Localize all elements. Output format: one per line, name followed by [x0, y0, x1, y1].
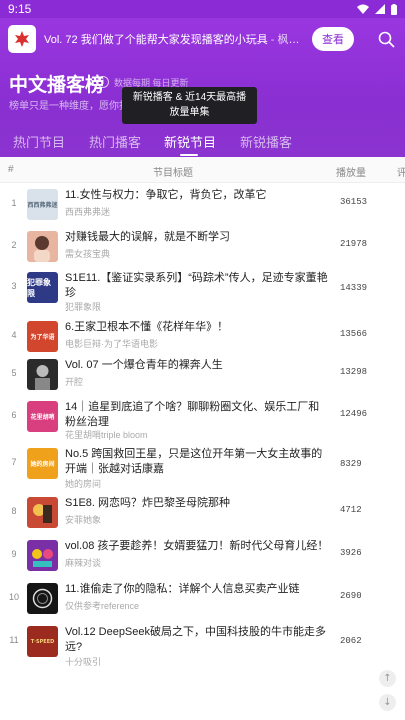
podcast-cover: 为了华语: [27, 321, 58, 353]
tab-new-podcasts[interactable]: 新锐播客: [240, 132, 292, 151]
wifi-icon: [357, 4, 369, 14]
table-row[interactable]: 3 犯罪象限 S1E11.【鉴证实录系列】“码踪术”传人，足迹专家董艳珍 犯罪象…: [0, 266, 405, 315]
play-count: 13566: [340, 329, 368, 340]
tab-hot-episodes[interactable]: 热门节目: [13, 132, 65, 151]
row-rank: 5: [11, 368, 17, 379]
episode-title: Vol.12 DeepSeek破局之下，中国科技股的牛市能走多远?: [65, 626, 327, 654]
status-bar: 9:15: [0, 0, 405, 18]
podcast-name: 她的房间: [65, 479, 102, 490]
promo-banner[interactable]: Vol. 72 我们做了个能帮大家发现播客的小玩具 - 枫言枫语 查看: [8, 24, 395, 54]
podcast-name: 犯罪象限: [65, 302, 102, 313]
table-row[interactable]: 7 她的房间 No.5 跨国救回王星，只是这位开年第一大女主故事的开端｜张越对话…: [0, 442, 405, 491]
podcast-cover: [27, 230, 58, 262]
column-plays[interactable]: 播放量: [336, 164, 366, 179]
row-rank: 10: [8, 592, 19, 603]
row-rank: 7: [11, 457, 17, 468]
table-row[interactable]: 4 为了华语 6.王家卫根本不懂《花样年华》！ 电影巨辩·为了华语电影 1356…: [0, 315, 405, 353]
episode-title: 6.王家卫根本不懂《花样年华》！: [65, 321, 229, 334]
info-icon[interactable]: i: [97, 76, 109, 88]
podcast-cover: 西西弗弗迷: [27, 189, 58, 220]
column-title: 节目标题: [153, 168, 193, 179]
tab-tooltip: 新锐播客 & 近14天最高播放量单集: [122, 87, 257, 124]
row-rank: 11: [9, 635, 19, 646]
podcast-name: 麻辣对谈: [65, 558, 102, 569]
tab-new-episodes[interactable]: 新锐节目: [164, 132, 216, 151]
table-row[interactable]: 6 花里胡哨 14｜追星到底追了个啥？聊聊粉圈文化、娱乐工厂和粉丝治理 花里胡哨…: [0, 395, 405, 442]
ranking-description: 榜单只是一种维度，愿你找: [9, 101, 129, 112]
play-count: 13298: [340, 367, 368, 378]
podcast-name: 安菲她象: [65, 515, 102, 526]
row-rank: 9: [11, 549, 17, 560]
table-row[interactable]: 9 vol.08 孩子要趁养！女婿要猛刀！新时代父母育儿经！ 麻辣对谈 3926: [0, 534, 405, 577]
battery-icon: [391, 3, 397, 15]
play-count: 2062: [340, 636, 362, 647]
promo-source: - 枫言枫语: [270, 34, 306, 46]
play-count: 14339: [340, 283, 368, 294]
episode-title: No.5 跨国救回王星，只是这位开年第一大女主故事的开端｜张越对话康嘉: [65, 448, 323, 476]
podcast-cover: 犯罪象限: [27, 272, 58, 304]
column-comments[interactable]: 评: [397, 164, 405, 179]
play-count: 4712: [340, 505, 362, 516]
table-row[interactable]: 1 西西弗弗迷 11.女性与权力：争取它，背负它，改革它 西西弗弗迷 36153: [0, 183, 405, 225]
ranking-tabs: 热门节目 热门播客 新锐节目 新锐播客: [0, 132, 405, 158]
row-rank: 4: [11, 330, 17, 341]
table-row[interactable]: 2 对赚钱最大的误解，就是不断学习 需女孩宝典 21978: [0, 225, 405, 267]
episode-title: 对赚钱最大的误解，就是不断学习: [65, 230, 230, 243]
episode-title: 14｜追星到底追了个啥？聊聊粉圈文化、娱乐工厂和粉丝治理: [65, 401, 320, 429]
table-row[interactable]: 11 T·SPEED Vol.12 DeepSeek破局之下，中国科技股的牛市能…: [0, 620, 405, 668]
table-row[interactable]: 10 11.谁偷走了你的隐私：详解个人信息买卖产业链 仅供参考reference…: [0, 577, 405, 620]
search-icon: [378, 31, 395, 48]
scroll-down-button[interactable]: ↓: [379, 694, 396, 711]
signal-icon: [375, 4, 385, 14]
podcast-name: 仅供参考reference: [65, 601, 140, 612]
podcast-name: 需女孩宝典: [65, 248, 111, 259]
row-rank: 2: [11, 239, 17, 250]
row-rank: 6: [11, 410, 17, 421]
podcast-name: 电影巨辩·为了华语电影: [65, 339, 158, 350]
play-count: 3926: [340, 548, 362, 559]
page-title: 中文播客榜: [9, 75, 105, 96]
podcast-cover: 花里胡哨: [27, 401, 58, 433]
play-count: 21978: [340, 238, 368, 249]
row-rank: 8: [11, 506, 17, 517]
table-row[interactable]: 5 Vol. 07 一个爆仓青年的裸奔人生 开腔 13298: [0, 353, 405, 395]
episode-list: 1 西西弗弗迷 11.女性与权力：争取它，背负它，改革它 西西弗弗迷 36153…: [0, 183, 405, 668]
status-time: 9:15: [8, 2, 32, 16]
episode-title: vol.08 孩子要趁养！女婿要猛刀！新时代父母育儿经！: [65, 540, 329, 553]
podcast-cover: [27, 583, 58, 615]
active-tab-indicator: [180, 154, 198, 156]
podcast-cover: [27, 497, 58, 529]
podcast-name: 西西弗弗迷: [65, 207, 111, 217]
episode-title: S1E11.【鉴证实录系列】“码踪术”传人，足迹专家董艳珍: [65, 272, 328, 300]
scroll-up-button[interactable]: ↑: [379, 670, 396, 687]
podcast-cover: 她的房间: [27, 448, 58, 480]
episode-title: S1E8. 网恋吗？炸巴黎圣母院那种: [65, 497, 231, 510]
status-icons: [357, 3, 397, 15]
podcast-name: 十分吸引: [65, 657, 102, 668]
play-count: 8329: [340, 459, 362, 470]
play-count: 36153: [340, 197, 368, 207]
play-count: 2690: [340, 591, 362, 602]
table-header: # 节目标题 播放量 评: [0, 157, 405, 183]
search-button[interactable]: [378, 31, 395, 48]
table-row[interactable]: 8 S1E8. 网恋吗？炸巴黎圣母院那种 安菲她象 4712: [0, 491, 405, 534]
podcast-logo-icon: [8, 25, 36, 53]
column-rank: #: [8, 164, 14, 175]
view-button[interactable]: 查看: [312, 27, 354, 51]
podcast-cover: [27, 359, 58, 391]
podcast-cover: T·SPEED: [27, 626, 58, 658]
row-rank: 1: [11, 198, 17, 208]
promo-episode-title: Vol. 72 我们做了个能帮大家发现播客的小玩具: [44, 34, 268, 46]
episode-title: 11.谁偷走了你的隐私：详解个人信息买卖产业链: [65, 583, 300, 596]
tab-hot-podcasts[interactable]: 热门播客: [89, 132, 141, 151]
row-rank: 3: [11, 281, 17, 292]
ranking-header: Vol. 72 我们做了个能帮大家发现播客的小玩具 - 枫言枫语 查看 中文播客…: [0, 18, 405, 157]
podcast-cover: [27, 540, 58, 572]
podcast-name: 开腔: [65, 377, 84, 388]
episode-title: 11.女性与权力：争取它，背负它，改革它: [65, 189, 267, 201]
promo-text: Vol. 72 我们做了个能帮大家发现播客的小玩具 - 枫言枫语: [44, 31, 306, 47]
play-count: 12496: [340, 409, 368, 420]
podcast-name: 花里胡哨triple bloom: [65, 430, 148, 441]
episode-title: Vol. 07 一个爆仓青年的裸奔人生: [65, 359, 223, 372]
